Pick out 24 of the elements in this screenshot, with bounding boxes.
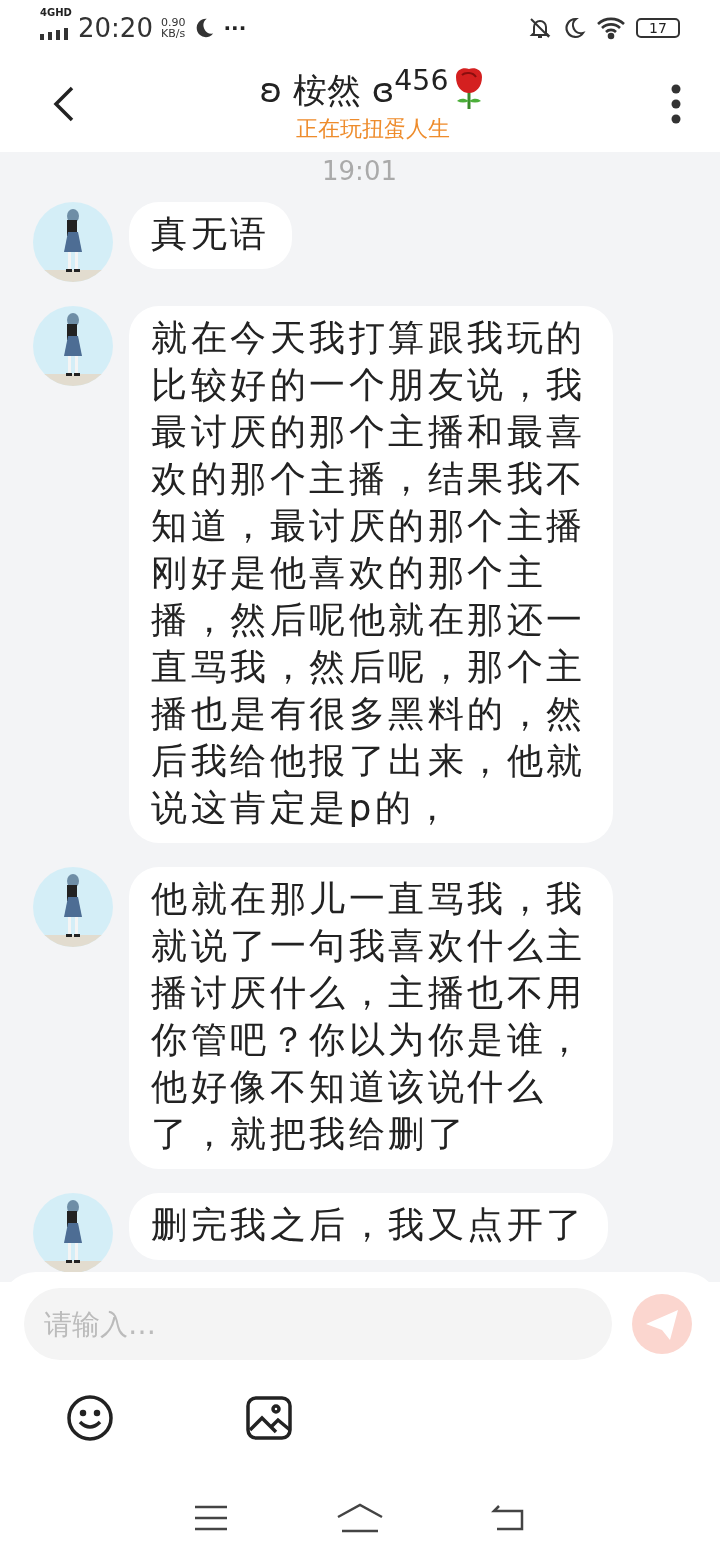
speed-value: 0.90: [160, 17, 186, 28]
status-subtitle: 正在玩扭蛋人生: [296, 115, 450, 144]
message-text: 就在今天我打算跟我玩的比较好的一个朋友说，我最讨厌的那个主播和最喜欢的那个主播，结果我不知道，最讨厌的那个主播刚好是他喜欢的那个主播，然后呢他就在那还一直骂我，然后呢，那个主播也是有很多黑料的，然后我给他报了出来，他就说这肯定是p的，: [151, 316, 587, 830]
speed-unit: KB/s: [160, 28, 186, 39]
battery-label: 17: [649, 20, 667, 36]
moon-icon: [562, 16, 586, 40]
bell-off-icon: [528, 16, 552, 40]
wifi-icon: [596, 16, 626, 40]
home-icon[interactable]: [336, 1503, 384, 1533]
more-icon[interactable]: [670, 84, 682, 124]
menu-icon[interactable]: [193, 1504, 230, 1532]
signal-icon: [40, 28, 70, 40]
message-text: 删完我之后，我又点开了: [151, 1203, 586, 1247]
timestamp: 19:01: [322, 156, 397, 186]
more-label: ···: [223, 16, 247, 40]
image-icon[interactable]: [246, 1396, 292, 1440]
message-input[interactable]: 请输入…: [24, 1288, 612, 1360]
emoji-icon[interactable]: [66, 1394, 114, 1442]
message-text: 他就在那儿一直骂我，我就说了一句我喜欢什么主播讨厌什么，主播也不用你管吧？你以为你是谁，他好像不知道该说什么了，就把我给删了: [151, 877, 587, 1156]
network-label: 4GHD: [40, 7, 72, 18]
message-text: 真无语: [151, 212, 270, 256]
chat-title: ʚ 桉然 ɞ$^{456}$: [259, 63, 449, 113]
clock: 20:20: [78, 13, 153, 43]
back-icon[interactable]: [52, 86, 76, 122]
